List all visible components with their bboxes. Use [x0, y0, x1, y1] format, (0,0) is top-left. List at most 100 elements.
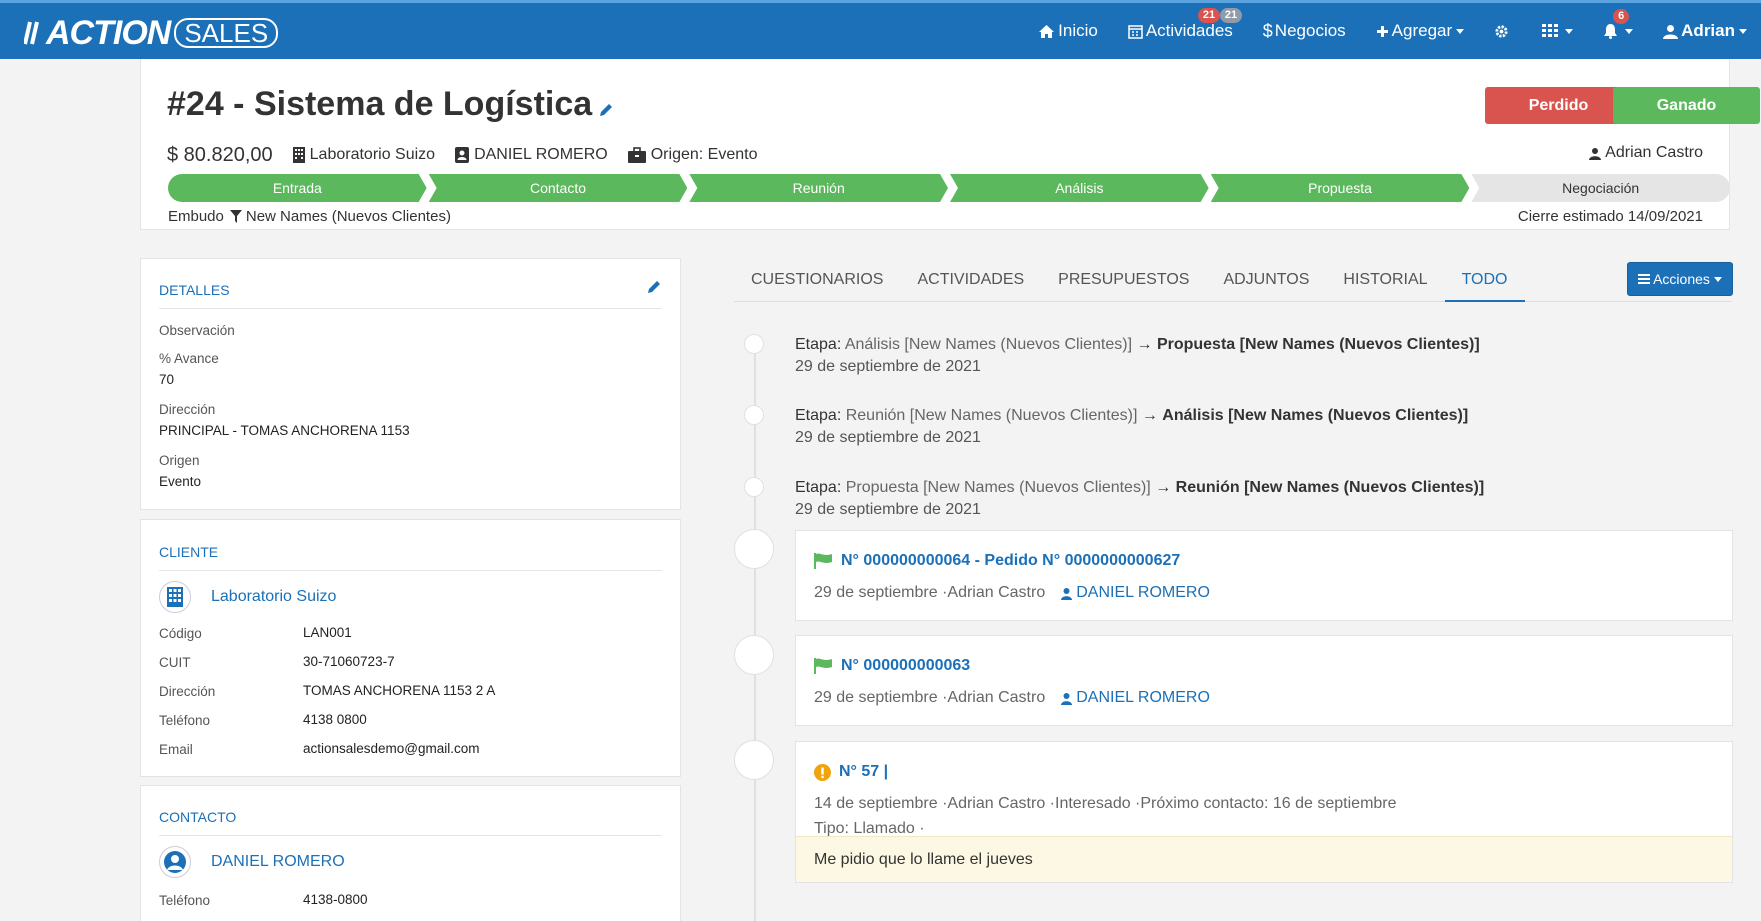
pipeline-stages: Entrada Contacto Reunión Análisis Propue… [168, 174, 1731, 202]
client-panel: CLIENTE Laboratorio Suizo Código LAN001 … [140, 519, 681, 777]
deal-company-label: Laboratorio Suizo [309, 146, 436, 163]
timeline-dot [734, 740, 774, 780]
pencil-icon[interactable] [646, 279, 662, 295]
tab-todo[interactable]: TODO [1444, 262, 1525, 302]
contact-name[interactable]: DANIEL ROMERO [211, 853, 345, 871]
nav-agregar[interactable]: Agregar [1376, 21, 1465, 41]
nav-settings[interactable] [1494, 24, 1512, 39]
contact-entity[interactable]: DANIEL ROMERO [159, 846, 345, 878]
notifications-badge: 6 [1613, 9, 1630, 24]
estimated-close: Cierre estimado 14/09/2021 [1518, 208, 1703, 225]
divider [159, 835, 662, 836]
client-code-label: Código [159, 626, 202, 641]
tab-adjuntos[interactable]: ADJUNTOS [1206, 262, 1326, 302]
activity-card-57[interactable]: N° 57 | 14 de septiembre ·Adrian Castro … [795, 741, 1733, 883]
card-meta-text: 29 de septiembre ·Adrian Castro [814, 584, 1046, 601]
timeline-dot [744, 405, 764, 425]
stage-event-2-date: 29 de septiembre de 2021 [795, 429, 981, 446]
user-icon [1663, 24, 1679, 39]
deal-title-text: #24 - Sistema de Logística [167, 85, 593, 123]
stage-from: Propuesta [New Names (Nuevos Clientes)] [845, 479, 1151, 496]
lost-button[interactable]: Perdido [1485, 87, 1632, 124]
flag-icon [814, 553, 832, 569]
stage-prefix: Etapa: [795, 336, 842, 353]
tab-cuestionarios[interactable]: CUESTIONARIOS [734, 262, 900, 302]
stage-event-3-date: 29 de septiembre de 2021 [795, 501, 981, 518]
nav-apps[interactable] [1542, 24, 1574, 38]
chevron-down-icon [1456, 28, 1465, 34]
building-icon [159, 581, 191, 613]
actions-button[interactable]: Acciones [1627, 262, 1733, 296]
stage-reunion[interactable]: Reunión [689, 174, 948, 202]
stage-negociacion[interactable]: Negociación [1471, 174, 1731, 202]
nav-negocios[interactable]: $ Negocios [1263, 21, 1346, 42]
calendar-icon [1128, 24, 1143, 39]
card-contact-name: DANIEL ROMERO [1076, 689, 1210, 706]
stage-propuesta[interactable]: Propuesta [1211, 174, 1470, 202]
deal-origin: Origen: Evento [627, 146, 758, 164]
funnel-info: Embudo New Names (Nuevos Clientes) [168, 208, 451, 225]
card-title[interactable]: N° 000000000063 [814, 657, 970, 675]
deal-company[interactable]: Laboratorio Suizo [292, 146, 436, 164]
gear-icon [1495, 24, 1508, 38]
deal-owner-label: Adrian Castro [1605, 144, 1703, 161]
arrow-icon: → [1141, 407, 1158, 424]
client-entity[interactable]: Laboratorio Suizo [159, 581, 336, 613]
chevron-down-icon [1713, 276, 1722, 282]
logo-action-text: ACTION [46, 13, 171, 52]
stage-analisis[interactable]: Análisis [950, 174, 1209, 202]
tab-actividades[interactable]: ACTIVIDADES [900, 262, 1041, 302]
stage-from: Reunión [New Names (Nuevos Clientes)] [845, 407, 1138, 424]
deal-origin-label: Origen: Evento [650, 146, 758, 163]
origen-label: Origen [159, 453, 200, 468]
pencil-icon[interactable] [598, 102, 614, 118]
chevron-down-icon [1565, 28, 1574, 34]
nav-notifications[interactable]: 6 [1603, 9, 1634, 39]
deal-contact-label: DANIEL ROMERO [474, 146, 608, 163]
warning-icon [814, 763, 831, 781]
origen-value: Evento [159, 474, 202, 489]
home-icon [1039, 24, 1055, 38]
client-name[interactable]: Laboratorio Suizo [211, 588, 336, 606]
tab-historial[interactable]: HISTORIAL [1326, 262, 1444, 302]
card-title-text: N° 000000000064 - Pedido N° 000000000062… [841, 552, 1181, 569]
filter-icon [229, 210, 242, 223]
stage-to: Reunión [New Names (Nuevos Clientes)] [1175, 479, 1485, 496]
deal-owner[interactable]: Adrian Castro [1589, 144, 1703, 162]
nav-user[interactable]: Adrian [1663, 21, 1747, 41]
flag-icon [814, 658, 832, 674]
client-email-label: Email [159, 742, 193, 757]
client-address-label: Dirección [159, 684, 216, 699]
nav-actividades[interactable]: 21 21 Actividades [1128, 8, 1243, 41]
building-icon [292, 147, 305, 163]
divider [159, 570, 662, 571]
card-title[interactable]: N° 57 | [814, 763, 888, 781]
app-logo[interactable]: ACTION SALES [24, 13, 279, 52]
tab-presupuestos[interactable]: PRESUPUESTOS [1041, 262, 1206, 302]
contact-title: CONTACTO [159, 809, 237, 825]
deal-title: #24 - Sistema de Logística [167, 85, 614, 124]
detail-tabs: CUESTIONARIOS ACTIVIDADES PRESUPUESTOS A… [734, 262, 1732, 302]
activities-badge-red: 21 [1197, 8, 1221, 23]
card-title[interactable]: N° 000000000064 - Pedido N° 000000000062… [814, 552, 1180, 570]
stage-contacto[interactable]: Contacto [429, 174, 688, 202]
order-card-64[interactable]: N° 000000000064 - Pedido N° 000000000062… [795, 530, 1733, 621]
nav-inicio[interactable]: Inicio [1038, 21, 1098, 41]
user-icon [159, 846, 191, 878]
stage-entrada[interactable]: Entrada [168, 174, 427, 202]
grid-icon [1542, 24, 1559, 37]
card-contact-link[interactable]: DANIEL ROMERO [1061, 689, 1210, 707]
nav-negocios-label: Negocios [1274, 21, 1346, 40]
deal-contact[interactable]: DANIEL ROMERO [455, 146, 608, 164]
stage-from: Análisis [New Names (Nuevos Clientes)] [844, 336, 1133, 353]
contact-panel: CONTACTO DANIEL ROMERO Teléfono 4138-080… [140, 785, 681, 921]
arrow-icon: → [1136, 336, 1153, 353]
contact-phone-label: Teléfono [159, 893, 211, 908]
timeline-dot [744, 477, 764, 497]
close-date: 14/09/2021 [1627, 208, 1703, 225]
won-button[interactable]: Ganado [1613, 87, 1760, 124]
card-meta-text: 29 de septiembre ·Adrian Castro [814, 689, 1046, 706]
order-card-63[interactable]: N° 000000000063 29 de septiembre ·Adrian… [795, 635, 1733, 726]
card-contact-link[interactable]: DANIEL ROMERO [1061, 584, 1210, 602]
contact-card-icon [455, 147, 470, 163]
